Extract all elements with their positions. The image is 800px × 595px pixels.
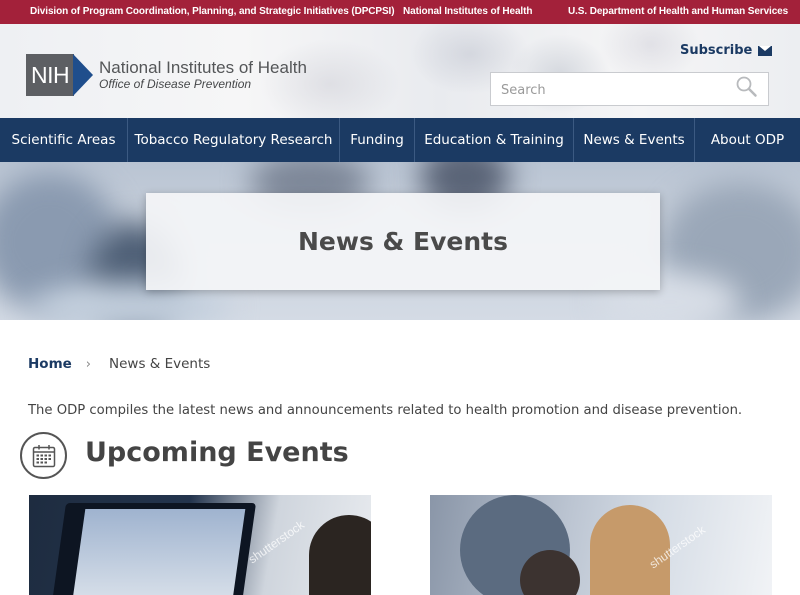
calendar-icon: [32, 444, 55, 467]
event-image-1[interactable]: shutterstock: [29, 495, 371, 595]
logo-text: National Institutes of Health Office of …: [99, 58, 307, 91]
search-input[interactable]: [501, 80, 721, 100]
nih-link[interactable]: National Institutes of Health: [403, 6, 532, 17]
person-shape: [590, 505, 670, 595]
subscribe-label: Subscribe: [680, 43, 753, 58]
nav-item-about-odp[interactable]: About ODP: [695, 118, 800, 162]
mail-icon: [758, 45, 773, 56]
person-shape: [520, 550, 580, 595]
event-image-2[interactable]: shutterstock: [430, 495, 772, 595]
upcoming-events-heading: Upcoming Events: [85, 437, 349, 468]
spreadsheet-screen: [72, 509, 246, 595]
nih-logo-chevron: [73, 54, 93, 96]
subscribe-link[interactable]: Subscribe: [680, 43, 773, 58]
hhs-link[interactable]: U.S. Department of Health and Human Serv…: [568, 6, 788, 17]
search-icon[interactable]: [736, 76, 758, 98]
main-navigation: Scientific Areas Tobacco Regulatory Rese…: [0, 118, 800, 162]
nih-logo-mark: NIH: [26, 54, 74, 96]
watermark: shutterstock: [245, 517, 307, 567]
dpcpsi-link[interactable]: Division of Program Coordination, Planni…: [30, 6, 395, 17]
top-utility-bar: Division of Program Coordination, Planni…: [0, 0, 800, 24]
nih-odp-logo[interactable]: NIH National Institutes of Health Office…: [26, 54, 307, 96]
logo-subtitle: Office of Disease Prevention: [99, 76, 252, 91]
logo-title: National Institutes of Health: [99, 58, 307, 78]
page-title: News & Events: [297, 227, 509, 256]
breadcrumb-home-link[interactable]: Home: [28, 356, 72, 372]
hero-banner: News & Events: [0, 162, 800, 320]
nav-item-education-training[interactable]: Education & Training: [415, 118, 574, 162]
breadcrumb-separator-icon: ›: [85, 356, 91, 372]
hero-title-card: News & Events: [146, 193, 660, 290]
nav-item-tobacco-regulatory-research[interactable]: Tobacco Regulatory Research: [128, 118, 340, 162]
nav-item-news-events[interactable]: News & Events: [574, 118, 695, 162]
person-shape: [309, 515, 371, 595]
breadcrumb-current: News & Events: [109, 356, 211, 372]
search-box: [490, 72, 769, 106]
nav-item-funding[interactable]: Funding: [340, 118, 415, 162]
nav-item-scientific-areas[interactable]: Scientific Areas: [0, 118, 128, 162]
intro-text: The ODP compiles the latest news and ann…: [28, 403, 743, 418]
breadcrumb: Home › News & Events: [28, 356, 210, 372]
calendar-icon-circle: [20, 432, 67, 479]
